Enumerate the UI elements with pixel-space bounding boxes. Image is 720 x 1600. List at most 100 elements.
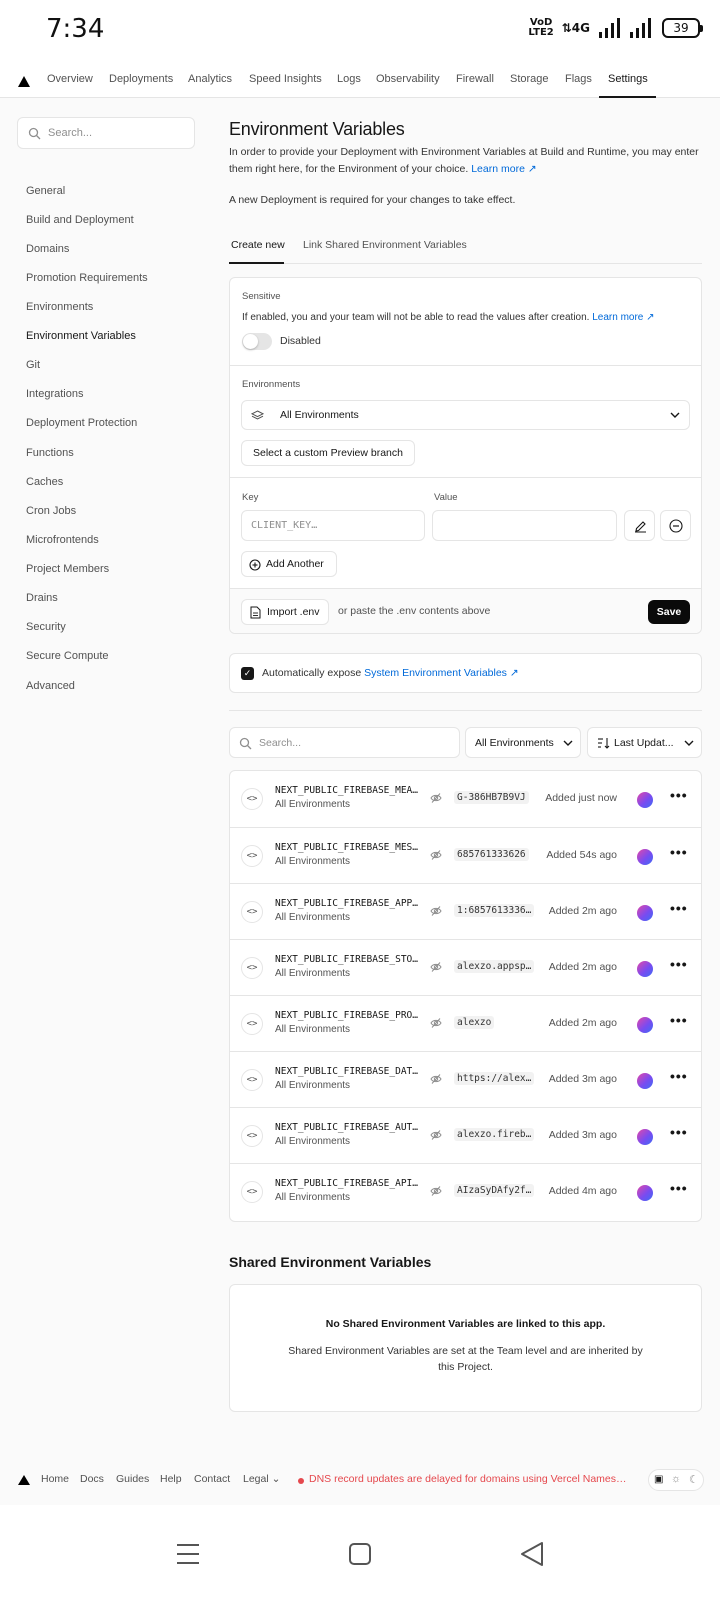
sidebar-item-advanced[interactable]: Advanced <box>26 680 75 692</box>
more-options-icon[interactable]: ••• <box>670 1068 688 1084</box>
sensitive-toggle[interactable] <box>242 333 272 350</box>
more-options-icon[interactable]: ••• <box>670 1124 688 1140</box>
sidebar-item-functions[interactable]: Functions <box>26 447 74 459</box>
monitor-icon[interactable]: ▣ <box>654 1474 663 1485</box>
variable-row[interactable]: <> NEXT_PUBLIC_FIREBASE_APP… All Environ… <box>230 883 702 939</box>
sidebar-item-integrations[interactable]: Integrations <box>26 388 83 400</box>
tab-analytics[interactable]: Analytics <box>188 73 232 85</box>
eye-off-icon[interactable] <box>430 849 442 861</box>
sidebar-item-drains[interactable]: Drains <box>26 592 58 604</box>
home-icon[interactable] <box>348 1542 372 1566</box>
learn-more-link[interactable]: Learn more ↗ <box>471 163 536 175</box>
variable-row[interactable]: <> NEXT_PUBLIC_FIREBASE_MES… All Environ… <box>230 827 702 883</box>
search-icon <box>28 127 41 140</box>
eye-off-icon[interactable] <box>430 1073 442 1085</box>
eye-off-icon[interactable] <box>430 905 442 917</box>
environment-filter-select[interactable]: All Environments <box>465 727 581 758</box>
footer-link-contact[interactable]: Contact <box>194 1473 230 1485</box>
more-options-icon[interactable]: ••• <box>670 787 688 803</box>
eye-off-icon[interactable] <box>430 1129 442 1141</box>
variable-value[interactable]: alexzo.fireb… <box>454 1128 535 1141</box>
variable-value[interactable]: 1:6857613336… <box>454 904 535 917</box>
more-options-icon[interactable]: ••• <box>670 1180 688 1196</box>
settings-search-input[interactable]: Search... <box>17 117 195 149</box>
sidebar-item-general[interactable]: General <box>26 185 65 197</box>
remove-row-button[interactable] <box>660 510 691 541</box>
sidebar-item-secure-compute[interactable]: Secure Compute <box>26 650 109 662</box>
tab-firewall[interactable]: Firewall <box>456 73 494 85</box>
environments-select[interactable]: All Environments <box>241 400 690 430</box>
variable-value[interactable]: AIzaSyDAfy2f… <box>454 1184 535 1197</box>
vercel-logo-icon[interactable] <box>18 1475 30 1485</box>
system-env-vars-link[interactable]: System Environment Variables ↗ <box>364 667 519 679</box>
tab-overview[interactable]: Overview <box>47 73 93 85</box>
footer-link-help[interactable]: Help <box>160 1473 182 1485</box>
variable-value[interactable]: alexzo <box>454 1016 495 1029</box>
custom-preview-branch-button[interactable]: Select a custom Preview branch <box>241 440 415 466</box>
variable-value[interactable]: G-386HB7B9VJ <box>454 791 529 804</box>
sort-select[interactable]: Last Updat... <box>587 727 702 758</box>
variable-row[interactable]: <> NEXT_PUBLIC_FIREBASE_STO… All Environ… <box>230 939 702 995</box>
tab-logs[interactable]: Logs <box>337 73 361 85</box>
import-env-button[interactable]: Import .env <box>241 599 329 625</box>
eye-off-icon[interactable] <box>430 1017 442 1029</box>
footer-link-docs[interactable]: Docs <box>80 1473 104 1485</box>
vercel-logo-icon[interactable] <box>18 76 30 87</box>
back-icon[interactable] <box>520 1541 544 1567</box>
moon-icon[interactable]: ☾ <box>689 1473 699 1486</box>
save-button[interactable]: Save <box>648 600 690 624</box>
variable-row[interactable]: <> NEXT_PUBLIC_FIREBASE_API… All Environ… <box>230 1163 702 1219</box>
edit-value-button[interactable] <box>624 510 655 541</box>
sidebar-item-environment-variables[interactable]: Environment Variables <box>26 330 136 342</box>
variable-row[interactable]: <> NEXT_PUBLIC_FIREBASE_PRO… All Environ… <box>230 995 702 1051</box>
variable-value[interactable]: https://alex… <box>454 1072 535 1085</box>
sidebar-item-git[interactable]: Git <box>26 359 40 371</box>
sidebar-item-cron-jobs[interactable]: Cron Jobs <box>26 505 76 517</box>
eye-off-icon[interactable] <box>430 792 442 804</box>
environments-label: Environments <box>242 379 301 390</box>
divider <box>230 477 701 478</box>
more-options-icon[interactable]: ••• <box>670 844 688 860</box>
status-message[interactable]: DNS record updates are delayed for domai… <box>309 1473 631 1485</box>
sidebar-item-caches[interactable]: Caches <box>26 476 63 488</box>
footer-link-guides[interactable]: Guides <box>116 1473 149 1485</box>
auto-expose-checkbox[interactable]: ✓ <box>241 667 254 680</box>
tab-flags[interactable]: Flags <box>565 73 592 85</box>
menu-icon[interactable] <box>176 1542 200 1566</box>
eye-off-icon[interactable] <box>430 1185 442 1197</box>
sun-icon[interactable]: ☼ <box>671 1473 681 1485</box>
variable-row[interactable]: <> NEXT_PUBLIC_FIREBASE_MEA… All Environ… <box>230 771 702 827</box>
avatar <box>637 1185 653 1201</box>
variable-row[interactable]: <> NEXT_PUBLIC_FIREBASE_AUT… All Environ… <box>230 1107 702 1163</box>
variables-search-input[interactable]: Search... <box>229 727 460 758</box>
key-input[interactable]: CLIENT_KEY… <box>241 510 425 541</box>
variable-row[interactable]: <> NEXT_PUBLIC_FIREBASE_DAT… All Environ… <box>230 1051 702 1107</box>
variable-value[interactable]: 685761333626 <box>454 848 529 861</box>
more-options-icon[interactable]: ••• <box>670 900 688 916</box>
tab-link-shared[interactable]: Link Shared Environment Variables <box>303 239 467 251</box>
footer-link-home[interactable]: Home <box>41 1473 69 1485</box>
sensitive-learn-more-link[interactable]: Learn more ↗ <box>592 312 654 323</box>
search-placeholder: Search... <box>48 127 93 139</box>
variable-value[interactable]: alexzo.appsp… <box>454 960 535 973</box>
tab-create-new[interactable]: Create new <box>231 239 285 251</box>
tab-settings[interactable]: Settings <box>608 73 648 85</box>
sidebar-item-environments[interactable]: Environments <box>26 301 93 313</box>
sidebar-item-project-members[interactable]: Project Members <box>26 563 109 575</box>
value-input[interactable] <box>432 510 617 541</box>
tab-observability[interactable]: Observability <box>376 73 440 85</box>
tab-speed-insights[interactable]: Speed Insights <box>249 73 322 85</box>
tab-storage[interactable]: Storage <box>510 73 549 85</box>
tab-deployments[interactable]: Deployments <box>109 73 173 85</box>
sidebar-item-deployment-protection[interactable]: Deployment Protection <box>26 417 137 429</box>
sidebar-item-build-and-deployment[interactable]: Build and Deployment <box>26 214 134 226</box>
add-another-button[interactable]: Add Another <box>241 551 337 577</box>
sidebar-item-security[interactable]: Security <box>26 621 66 633</box>
sidebar-item-microfrontends[interactable]: Microfrontends <box>26 534 99 546</box>
eye-off-icon[interactable] <box>430 961 442 973</box>
footer-link-legal[interactable]: Legal ⌄ <box>243 1473 280 1485</box>
more-options-icon[interactable]: ••• <box>670 956 688 972</box>
more-options-icon[interactable]: ••• <box>670 1012 688 1028</box>
sidebar-item-domains[interactable]: Domains <box>26 243 69 255</box>
sidebar-item-promotion-requirements[interactable]: Promotion Requirements <box>26 272 148 284</box>
